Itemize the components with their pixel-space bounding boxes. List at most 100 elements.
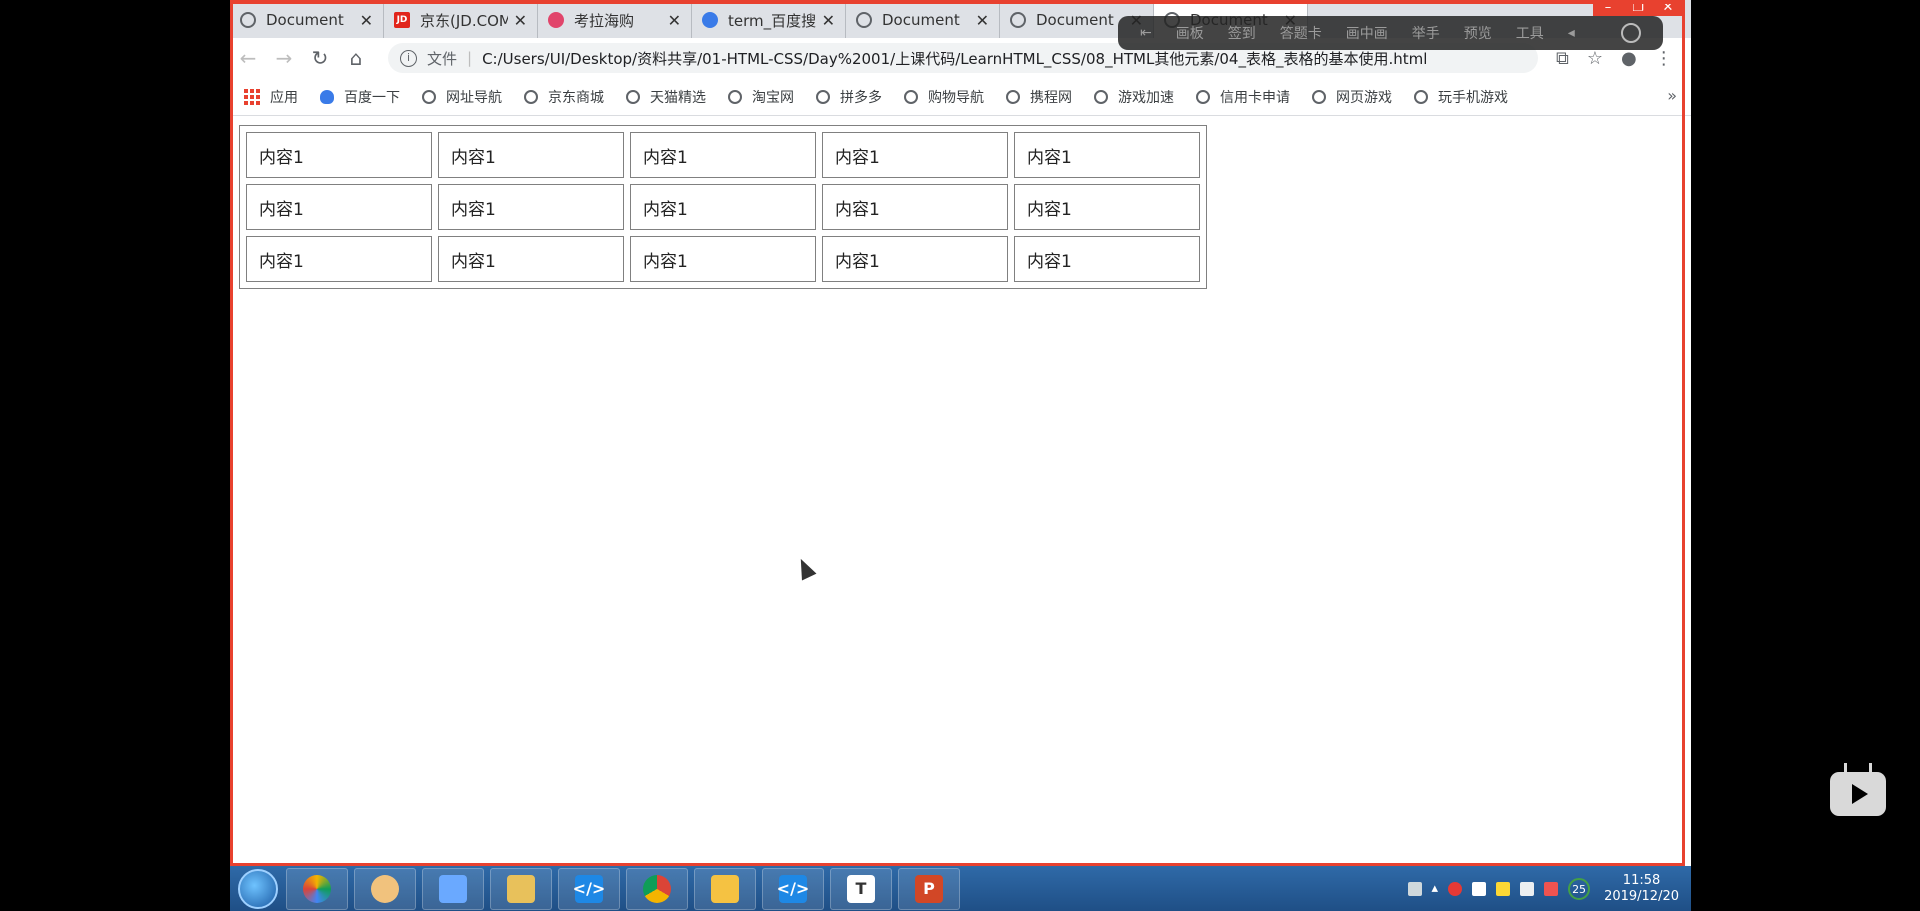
bookmark-apps[interactable]: 应用	[244, 87, 298, 107]
vscode-icon: </>	[573, 874, 605, 903]
tab-label: 京东(JD.COM)	[420, 11, 508, 30]
tab-jd[interactable]: JD 京东(JD.COM) ✕	[384, 2, 538, 38]
taskbar-app-file-manager[interactable]	[490, 867, 552, 910]
close-icon[interactable]: ✕	[514, 11, 527, 30]
taskbar-app-calendar[interactable]	[694, 867, 756, 910]
info-icon[interactable]: i	[400, 49, 417, 67]
typora-icon: T	[847, 874, 875, 903]
volume-icon[interactable]	[1544, 881, 1559, 896]
security-icon[interactable]	[1496, 881, 1511, 896]
taskbar-app-vscode[interactable]: </>	[558, 867, 620, 910]
tab-kaola[interactable]: 考拉海购 ✕	[538, 2, 692, 38]
bookmark-item[interactable]: 天猫精选	[626, 87, 706, 107]
globe-icon	[816, 89, 830, 104]
url-text[interactable]: C:/Users/UI/Desktop/资料共享/01-HTML-CSS/Day…	[482, 48, 1427, 69]
collapse-icon[interactable]: ⇤	[1140, 25, 1152, 41]
network-icon[interactable]	[1520, 881, 1535, 896]
taskbar-app-color-swirl[interactable]	[286, 867, 348, 910]
bookmark-item[interactable]: 游戏加速	[1094, 87, 1174, 107]
bookmarks-bar: 应用 百度一下 网址导航 京东商城 天猫精选 淘宝网 拼多多 购物导航 携程网 …	[230, 78, 1691, 116]
taskbar-app-typora[interactable]: T	[830, 867, 892, 910]
tab-label: 考拉海购	[574, 11, 635, 30]
table-cell: 内容1	[246, 132, 432, 178]
globe-icon	[626, 89, 640, 104]
home-icon[interactable]: ⌂	[338, 46, 374, 70]
chrome-icon	[643, 874, 671, 903]
table-cell: 内容1	[630, 236, 816, 282]
globe-icon	[240, 12, 256, 28]
toolbar-item-board[interactable]: 画板	[1176, 23, 1204, 43]
tray-expand-icon[interactable]: ▴	[1432, 881, 1439, 896]
arrow-left-icon[interactable]: ◂	[1568, 25, 1575, 41]
table-cell: 内容1	[1014, 184, 1200, 230]
minimize-icon[interactable]: –	[1593, 0, 1623, 16]
toolbar-item-checkin[interactable]: 签到	[1228, 23, 1256, 43]
taskbar-app-chrome[interactable]	[626, 867, 688, 910]
bookmark-item[interactable]: 网址导航	[422, 87, 502, 107]
bookmark-item[interactable]: 玩手机游戏	[1414, 87, 1508, 107]
table-cell: 内容1	[438, 132, 624, 178]
toolbar-item-pip[interactable]: 画中画	[1346, 23, 1388, 43]
tray-badge[interactable]: 25	[1568, 877, 1591, 900]
folder-icon	[507, 874, 535, 903]
file-label: 文件	[427, 49, 458, 68]
bookmark-item[interactable]: 拼多多	[816, 87, 882, 107]
baidu-icon	[702, 12, 718, 28]
forward-icon[interactable]: →	[266, 46, 302, 70]
reload-icon[interactable]: ↻	[302, 46, 338, 70]
tab-label: Document	[1036, 11, 1114, 29]
close-window-icon[interactable]: ✕	[1653, 0, 1683, 16]
toolbar-item-preview[interactable]: 预览	[1464, 23, 1492, 43]
tab-document-2[interactable]: Document ✕	[846, 2, 1000, 38]
translate-icon[interactable]: ⧉	[1556, 48, 1569, 69]
taskbar-app-avatar[interactable]	[354, 867, 416, 910]
keyboard-icon[interactable]	[1407, 881, 1422, 896]
globe-icon	[1006, 89, 1020, 104]
table-cell: 内容1	[630, 184, 816, 230]
color-swirl-icon	[303, 874, 331, 903]
toolbar-item-tools[interactable]: 工具	[1516, 23, 1544, 43]
bookmark-item[interactable]: 淘宝网	[728, 87, 794, 107]
globe-icon	[524, 89, 538, 104]
windows-taskbar: </> </> T P ▴ 25 11:58 2019/12/20	[230, 866, 1691, 911]
close-icon[interactable]: ✕	[976, 11, 989, 30]
clock[interactable]: 11:58 2019/12/20	[1604, 873, 1679, 905]
system-tray: ▴ 25 11:58 2019/12/20	[1407, 873, 1691, 905]
star-icon[interactable]: ☆	[1587, 48, 1603, 69]
clock-date: 2019/12/20	[1604, 888, 1679, 904]
start-button[interactable]	[238, 868, 278, 909]
close-icon[interactable]: ✕	[360, 11, 373, 30]
taskbar-app-vscode-2[interactable]: </>	[762, 867, 824, 910]
maximize-icon[interactable]: ❐	[1623, 0, 1653, 16]
toolbar-item-answer-card[interactable]: 答题卡	[1280, 23, 1322, 43]
menu-icon[interactable]: ⋮	[1655, 48, 1673, 69]
taskbar-app-powerpoint[interactable]: P	[898, 867, 960, 910]
account-icon[interactable]: ●	[1621, 48, 1637, 69]
flag-icon[interactable]	[1472, 881, 1487, 896]
bookmark-label: 网页游戏	[1336, 89, 1392, 106]
tab-baidu[interactable]: term_百度搜索 ✕	[692, 2, 846, 38]
table-cell: 内容1	[438, 236, 624, 282]
toolbar-item-raise-hand[interactable]: 举手	[1412, 23, 1440, 43]
baidu-paw-icon	[320, 89, 334, 104]
bookmark-item[interactable]: 购物导航	[904, 87, 984, 107]
close-icon[interactable]: ✕	[668, 11, 681, 30]
bookmark-item[interactable]: 京东商城	[524, 87, 604, 107]
bookmark-item[interactable]: 网页游戏	[1312, 87, 1392, 107]
calendar-icon	[711, 874, 739, 903]
back-icon[interactable]: ←	[230, 46, 266, 70]
taskbar-app-feather[interactable]	[422, 867, 484, 910]
power-icon[interactable]	[1621, 23, 1641, 43]
tv-play-icon[interactable]	[1830, 772, 1886, 816]
globe-icon	[422, 89, 436, 104]
bookmark-item[interactable]: 信用卡申请	[1196, 87, 1290, 107]
bookmark-baidu[interactable]: 百度一下	[320, 87, 400, 107]
globe-icon	[1094, 89, 1108, 104]
table-row: 内容1 内容1 内容1 内容1 内容1	[246, 132, 1200, 178]
close-icon[interactable]: ✕	[822, 11, 835, 30]
tab-document-1[interactable]: Document ✕	[230, 2, 384, 38]
floating-toolbar: ⇤ 画板 签到 答题卡 画中画 举手 预览 工具 ◂	[1118, 16, 1663, 50]
more-bookmarks-icon[interactable]: »	[1667, 86, 1677, 105]
record-icon[interactable]	[1448, 881, 1463, 896]
bookmark-item[interactable]: 携程网	[1006, 87, 1072, 107]
